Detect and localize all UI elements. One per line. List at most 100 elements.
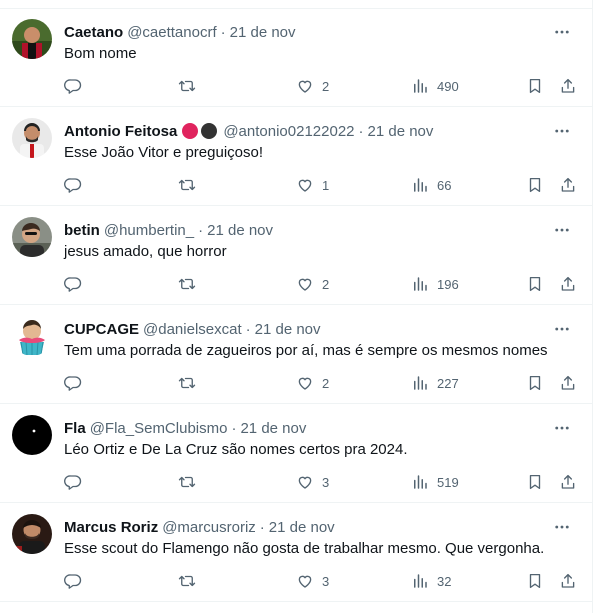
views-button[interactable]: 227	[411, 373, 459, 393]
share-button[interactable]	[559, 571, 577, 591]
like-button[interactable]: 3	[296, 472, 329, 492]
bookmark-button[interactable]	[526, 373, 544, 393]
avatar[interactable]	[12, 514, 52, 554]
tweet-date[interactable]: 21 de nov	[230, 24, 296, 41]
more-options-button[interactable]	[552, 22, 572, 42]
views-button[interactable]: 490	[411, 76, 459, 96]
share-button[interactable]	[559, 175, 577, 195]
views-chart-icon	[414, 178, 427, 192]
retweet-button[interactable]	[178, 571, 196, 591]
avatar-image	[12, 217, 52, 257]
views-button[interactable]: 66	[411, 175, 451, 195]
user-handle[interactable]: @danielsexcat	[143, 321, 242, 338]
retweet-icon	[178, 476, 196, 488]
reply-button[interactable]	[64, 175, 82, 195]
display-name[interactable]: Marcus Roriz	[64, 519, 158, 536]
tweet[interactable]: Marcus Roriz @marcusroriz · 21 de nov Es…	[0, 504, 592, 602]
reply-button[interactable]	[64, 472, 82, 492]
avatar[interactable]	[12, 19, 52, 59]
separator: ·	[259, 518, 265, 536]
user-handle[interactable]: @caettanocrf	[127, 24, 216, 41]
avatar[interactable]	[12, 415, 52, 455]
tweet-date[interactable]: 21 de nov	[269, 519, 335, 536]
bookmark-button[interactable]	[526, 571, 544, 591]
heart-icon	[298, 80, 312, 93]
like-button[interactable]: 1	[296, 175, 329, 195]
bookmark-button[interactable]	[526, 76, 544, 96]
tweet-date[interactable]: 21 de nov	[207, 222, 273, 239]
share-button[interactable]	[559, 472, 577, 492]
user-handle[interactable]: @marcusroriz	[162, 519, 256, 536]
user-handle[interactable]: @humbertin_	[104, 222, 194, 239]
reply-button[interactable]	[64, 76, 82, 96]
tweet-header: CUPCAGE @danielsexcat · 21 de nov	[64, 319, 552, 339]
retweet-button[interactable]	[178, 76, 196, 96]
tweet-header: Antonio Feitosa @antonio02122022 · 21 de…	[64, 121, 552, 141]
like-button[interactable]: 2	[296, 76, 329, 96]
tweet-date[interactable]: 21 de nov	[240, 420, 306, 437]
retweet-button[interactable]	[178, 274, 196, 294]
more-options-button[interactable]	[552, 517, 572, 537]
views-button[interactable]: 196	[411, 274, 459, 294]
retweet-button[interactable]	[178, 472, 196, 492]
tweet-text: Esse scout do Flamengo não gosta de trab…	[64, 540, 545, 557]
share-button[interactable]	[559, 373, 577, 393]
retweet-icon	[178, 377, 196, 389]
black-circle-icon	[201, 123, 218, 139]
avatar[interactable]	[12, 118, 52, 158]
share-button[interactable]	[559, 76, 577, 96]
like-count: 3	[322, 474, 330, 490]
like-count: 2	[322, 78, 330, 94]
reply-button[interactable]	[64, 373, 82, 393]
avatar[interactable]	[12, 217, 52, 257]
display-name[interactable]: betin	[64, 222, 100, 239]
more-options-button[interactable]	[552, 319, 572, 339]
more-options-button[interactable]	[552, 220, 572, 240]
retweet-button[interactable]	[178, 373, 196, 393]
bookmark-button[interactable]	[526, 274, 544, 294]
reply-icon	[64, 376, 82, 391]
avatar-image	[12, 118, 52, 158]
replies-feed: Caetano @caettanocrf · 21 de nov Bom nom…	[0, 0, 593, 613]
bookmark-button[interactable]	[526, 175, 544, 195]
display-name[interactable]: Antonio Feitosa	[64, 123, 177, 140]
tweet-date[interactable]: 21 de nov	[255, 321, 321, 338]
display-name[interactable]: Caetano	[64, 24, 123, 41]
bookmark-button[interactable]	[526, 472, 544, 492]
separator: ·	[245, 320, 251, 338]
share-button[interactable]	[559, 274, 577, 294]
retweet-button[interactable]	[178, 175, 196, 195]
like-count: 1	[322, 177, 330, 193]
reply-icon	[64, 79, 82, 94]
tweet[interactable]: CUPCAGE @danielsexcat · 21 de nov Tem um…	[0, 306, 592, 404]
view-count: 32	[437, 573, 452, 589]
tweet[interactable]: Antonio Feitosa @antonio02122022 · 21 de…	[0, 108, 592, 206]
tweet[interactable]: Fla @Fla_SemClubismo · 21 de nov Léo Ort…	[0, 405, 592, 503]
user-handle[interactable]: @Fla_SemClubismo	[90, 420, 228, 437]
tweet[interactable]: betin @humbertin_ · 21 de nov jesus amad…	[0, 207, 592, 305]
share-icon	[561, 474, 575, 489]
reply-button[interactable]	[64, 274, 82, 294]
reply-button[interactable]	[64, 571, 82, 591]
like-button[interactable]: 2	[296, 373, 329, 393]
more-horizontal-icon	[555, 426, 569, 430]
tweet-date[interactable]: 21 de nov	[368, 123, 434, 140]
tweet-text: Léo Ortiz e De La Cruz são nomes certos …	[64, 441, 408, 458]
more-options-button[interactable]	[552, 418, 572, 438]
views-button[interactable]: 32	[411, 571, 451, 591]
like-count: 2	[322, 375, 330, 391]
display-name[interactable]: CUPCAGE	[64, 321, 139, 338]
tweet-actions: 3 32	[64, 571, 576, 591]
like-button[interactable]: 2	[296, 274, 329, 294]
heart-icon	[298, 179, 312, 192]
tweet-text: Bom nome	[64, 45, 137, 62]
avatar[interactable]	[12, 316, 52, 356]
display-name[interactable]: Fla	[64, 420, 86, 437]
more-options-button[interactable]	[552, 121, 572, 141]
tweet[interactable]: Caetano @caettanocrf · 21 de nov Bom nom…	[0, 9, 592, 107]
views-button[interactable]: 519	[411, 472, 459, 492]
like-button[interactable]: 3	[296, 571, 329, 591]
views-chart-icon	[414, 574, 427, 588]
user-handle[interactable]: @antonio02122022	[223, 123, 354, 140]
views-chart-icon	[414, 376, 427, 390]
